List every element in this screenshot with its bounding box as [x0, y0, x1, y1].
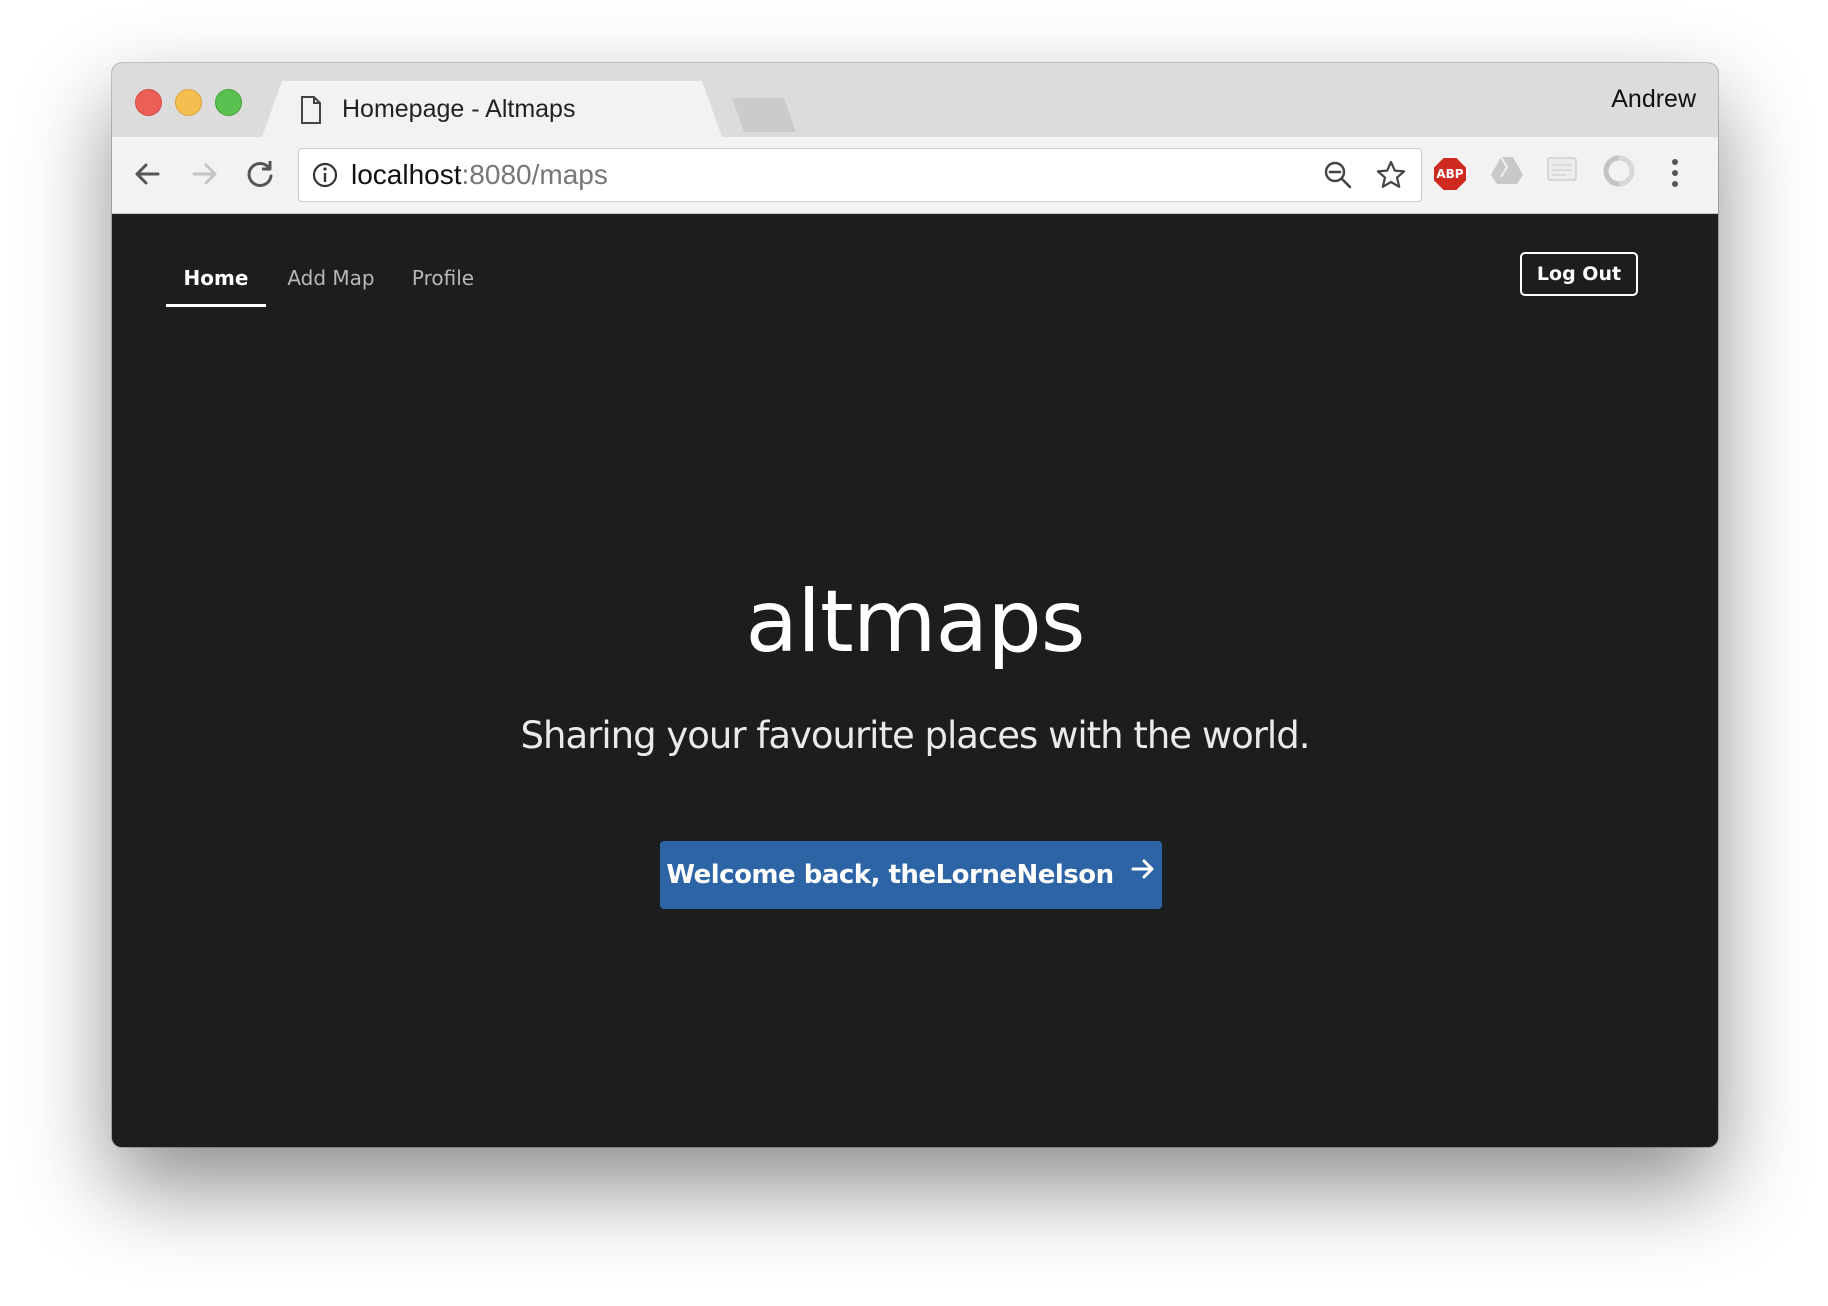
welcome-back-button[interactable]: Welcome back, theLorneNelson [660, 841, 1162, 909]
bookmark-star-icon[interactable] [1375, 159, 1407, 196]
url-host: localhost [351, 159, 462, 190]
page-content: Home Add Map Profile Log Out altmaps Sha… [112, 214, 1718, 1147]
nav-add-map[interactable]: Add Map [276, 260, 386, 304]
nav-home[interactable]: Home [166, 260, 266, 307]
loop-icon[interactable] [1602, 154, 1642, 194]
close-window-button[interactable] [135, 89, 162, 116]
note-icon[interactable] [1546, 154, 1586, 194]
title-bar: Homepage - Altmaps × Andrew [112, 63, 1718, 137]
url-path: :8080/maps [461, 159, 608, 190]
zoom-out-icon[interactable] [1323, 160, 1353, 195]
maximize-window-button[interactable] [215, 89, 242, 116]
address-bar[interactable]: localhost:8080/maps [298, 148, 1422, 202]
drive-icon[interactable] [1490, 154, 1530, 194]
abp-label: ABP [1434, 158, 1466, 190]
browser-menu-icon[interactable] [1670, 155, 1680, 196]
hero-title: altmaps [745, 572, 1085, 672]
abp-icon[interactable]: ABP [1434, 154, 1474, 194]
reload-icon[interactable] [240, 154, 280, 194]
logout-button[interactable]: Log Out [1520, 252, 1638, 296]
arrow-right-icon [1130, 840, 1156, 908]
browser-window: Homepage - Altmaps × Andrew localhost:80… [112, 63, 1718, 1147]
info-icon[interactable] [311, 161, 339, 194]
browser-tab[interactable]: Homepage - Altmaps × [262, 81, 722, 137]
url-text[interactable]: localhost:8080/maps [351, 159, 608, 191]
page-icon [300, 96, 322, 129]
back-icon[interactable] [128, 154, 168, 194]
profile-name[interactable]: Andrew [1611, 85, 1696, 114]
welcome-back-label: Welcome back, theLorneNelson [666, 860, 1114, 890]
tab-title: Homepage - Altmaps [342, 95, 576, 123]
minimize-window-button[interactable] [175, 89, 202, 116]
close-tab-icon[interactable]: × [800, 91, 818, 127]
browser-toolbar: localhost:8080/maps ABP [112, 137, 1718, 214]
hero-subtitle: Sharing your favourite places with the w… [520, 714, 1311, 757]
new-tab-button[interactable] [732, 98, 796, 132]
nav-profile[interactable]: Profile [398, 260, 488, 304]
forward-icon[interactable] [184, 154, 224, 194]
